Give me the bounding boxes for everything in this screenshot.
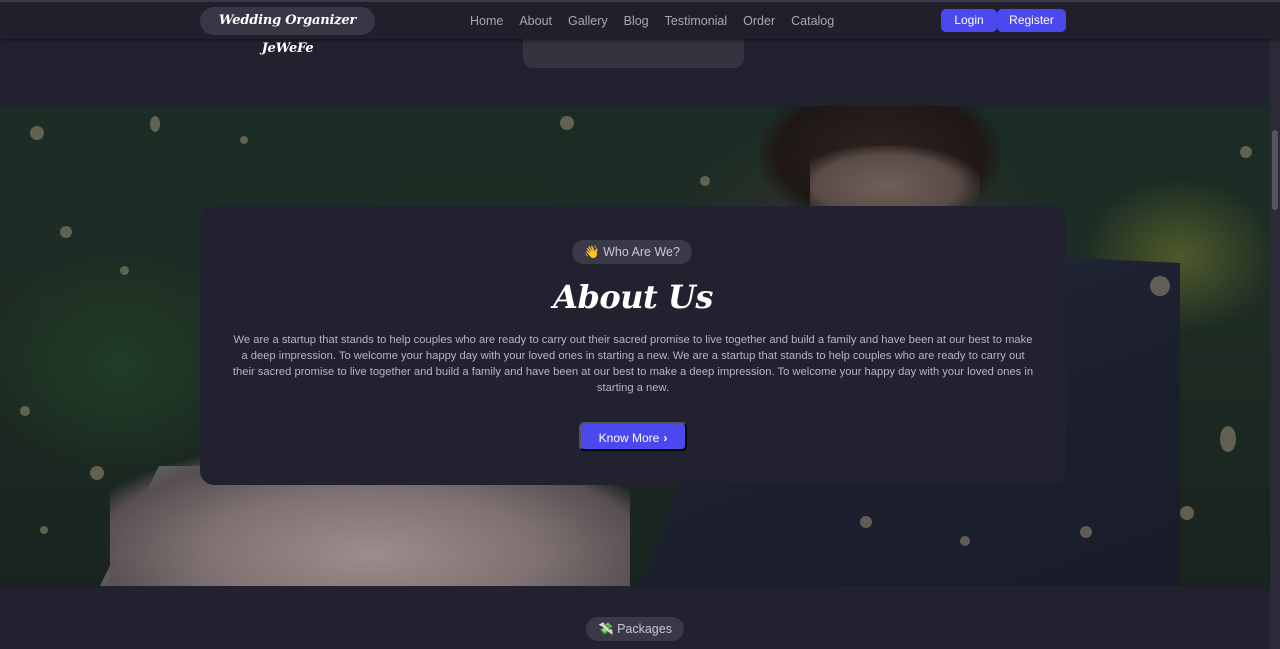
chevron-right-icon: › [663,431,668,445]
packages-badge: 💸 Packages [586,617,684,641]
about-description: We are a startup that stands to help cou… [232,334,1034,394]
money-icon: 💸 [598,622,614,636]
brand-logo[interactable]: Wedding Organizer JeWeFe [200,7,375,56]
about-title: About Us [553,278,713,316]
nav-link-home[interactable]: Home [462,14,511,28]
scrollbar-thumb[interactable] [1272,130,1278,210]
nav-link-catalog[interactable]: Catalog [783,14,842,28]
know-more-label: Know More [598,431,660,445]
nav-link-order[interactable]: Order [735,14,783,28]
know-more-button[interactable]: Know More › [579,422,687,451]
nav-link-gallery[interactable]: Gallery [560,14,616,28]
nav-link-blog[interactable]: Blog [616,14,657,28]
nav-link-about[interactable]: About [511,14,560,28]
who-are-we-badge: 👋 Who Are We? [572,240,692,264]
nav-links: Home About Gallery Blog Testimonial Orde… [462,2,842,39]
register-button[interactable]: Register [997,9,1066,32]
nav-link-testimonial[interactable]: Testimonial [657,14,736,28]
packages-label: Packages [617,622,672,636]
navbar: Wedding Organizer JeWeFe Home About Gall… [0,0,1280,56]
scrollbar-track[interactable] [1270,0,1280,649]
who-are-we-label: Who Are We? [603,245,680,259]
waving-hand-icon: 👋 [584,245,600,259]
login-button[interactable]: Login [941,9,997,32]
about-card: 👋 Who Are We? About Us We are a startup … [200,206,1066,485]
